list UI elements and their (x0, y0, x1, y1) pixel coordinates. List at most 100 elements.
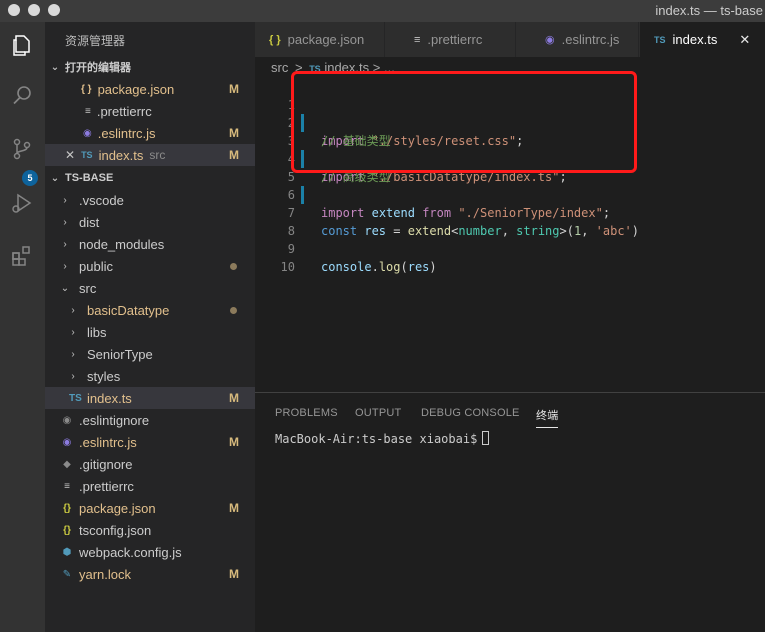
tree-item-label: styles (87, 368, 121, 384)
eslint-file-icon: ◉ (545, 34, 555, 46)
tree-item-label: .gitignore (79, 456, 133, 472)
tree-item[interactable]: › dist (45, 211, 255, 233)
search-icon[interactable] (7, 80, 37, 110)
open-editor-item[interactable]: { } package.json M (45, 78, 255, 100)
typescript-file-icon: TS (309, 64, 321, 74)
tree-item[interactable]: {} tsconfig.json (45, 519, 255, 541)
tree-item-label: public (79, 258, 113, 274)
chevron-right-icon: › (63, 260, 67, 272)
tree-item[interactable]: › basicDatatype (45, 299, 255, 321)
source-control-icon[interactable] (7, 134, 37, 164)
window-title: index.ts — ts-base (655, 3, 763, 18)
typescript-file-icon: TS (654, 34, 666, 45)
open-editor-item-active[interactable]: ✕ TS index.ts src M (45, 144, 255, 166)
modified-badge: M (229, 126, 239, 140)
chevron-right-icon: › (63, 238, 67, 250)
code-line: 5 import extend from "./SeniorType/index… (287, 170, 611, 220)
explorer-icon[interactable] (7, 30, 37, 60)
breadcrumb-more[interactable]: > ... (373, 60, 395, 75)
tree-item-label: .vscode (79, 192, 124, 208)
modified-badge: M (229, 82, 239, 96)
chevron-down-icon: ⌄ (50, 172, 60, 184)
tree-item-label: basicDatatype (87, 302, 170, 318)
tab-problems[interactable]: PROBLEMS (275, 407, 338, 419)
file-icon: ◉ (62, 414, 72, 426)
file-icon: ⬢ (62, 546, 72, 558)
tree-item-label: node_modules (79, 236, 165, 252)
tree-item-label: yarn.lock (79, 566, 132, 582)
terminal-prompt: MacBook-Air:ts-base xiaobai$ (275, 432, 478, 446)
tree-item-label: .prettierrc (79, 478, 134, 494)
tree-item-label: dist (79, 214, 100, 230)
file-icon: ≡ (64, 480, 70, 492)
extensions-icon[interactable] (7, 240, 37, 270)
modified-badge: M (229, 435, 239, 449)
tab-index-ts[interactable]: TS index.ts ✕ (640, 22, 765, 57)
tree-item[interactable]: ⬢ webpack.config.js (45, 541, 255, 563)
tab-terminal[interactable]: 终端 (536, 407, 559, 428)
open-editor-item[interactable]: ◉ .eslintrc.js M (45, 122, 255, 144)
code-editor[interactable]: 1 import "./styles/reset.css"; 2 // 基础类型… (255, 78, 765, 390)
typescript-file-icon: TS (81, 150, 93, 160)
chevron-right-icon: › (71, 304, 75, 316)
close-icon[interactable]: ✕ (739, 32, 750, 48)
modified-dot (230, 262, 237, 270)
file-icon: ◆ (63, 458, 71, 470)
code-line: 1 import "./styles/reset.css"; (287, 98, 524, 148)
tree-item[interactable]: ◆ .gitignore (45, 453, 255, 475)
tree-item[interactable]: › libs (45, 321, 255, 343)
code-line: 6 (287, 188, 295, 202)
file-icon: TS (69, 392, 82, 404)
breadcrumb-separator: > (294, 60, 303, 75)
tree-item[interactable]: ⌄ src (45, 277, 255, 299)
run-debug-icon[interactable] (7, 188, 37, 218)
json-file-icon: { } (269, 33, 281, 46)
tab-debug-console[interactable]: DEBUG CONSOLE (421, 407, 520, 419)
tree-item[interactable]: › styles (45, 365, 255, 387)
file-icon: ◉ (62, 436, 72, 448)
chevron-right-icon: › (71, 326, 75, 338)
modified-dot (230, 306, 237, 314)
close-window-button[interactable] (8, 4, 20, 16)
breadcrumb-folder[interactable]: src (271, 60, 288, 75)
tree-item[interactable]: › SeniorType (45, 343, 255, 365)
close-icon[interactable]: ✕ (65, 148, 75, 162)
tree-item-label: src (79, 280, 97, 296)
open-editor-item[interactable]: ≡ .prettierrc (45, 100, 255, 122)
zoom-window-button[interactable] (48, 4, 60, 16)
tree-item[interactable]: › public (45, 255, 255, 277)
tree-item[interactable]: ✎ yarn.lock M (45, 563, 255, 585)
chevron-down-icon: ⌄ (50, 61, 60, 73)
eslint-file-icon: ◉ (83, 127, 92, 139)
tab-eslintrc[interactable]: ◉ .eslintrc.js (517, 22, 639, 57)
tab-prettierrc[interactable]: ≡ .prettierrc (386, 22, 516, 57)
tree-item[interactable]: ◉ .eslintignore (45, 409, 255, 431)
tree-item[interactable]: {} package.json M (45, 497, 255, 519)
tab-package-json[interactable]: { } package.json (255, 22, 385, 57)
tree-item[interactable]: ≡ .prettierrc (45, 475, 255, 497)
breadcrumb-file[interactable]: index.ts (324, 60, 369, 75)
tab-output[interactable]: OUTPUT (355, 407, 401, 419)
tree-item-label: SeniorType (87, 346, 153, 362)
open-editors-header[interactable]: ⌄ 打开的编辑器 (45, 56, 255, 78)
breadcrumb[interactable]: src > TS index.ts > ... (271, 60, 395, 75)
tree-item[interactable]: › .vscode (45, 189, 255, 211)
file-icon: {} (63, 502, 71, 514)
config-file-icon: ≡ (414, 33, 421, 46)
tree-item-label: tsconfig.json (79, 522, 152, 538)
code-line: 9 console.log(res) (287, 242, 437, 274)
project-header[interactable]: ⌄ TS-BASE (45, 167, 255, 189)
minimize-window-button[interactable] (28, 4, 40, 16)
terminal-cursor (482, 431, 490, 445)
title-bar: index.ts — ts-base (0, 0, 765, 22)
tree-item[interactable]: › node_modules (45, 233, 255, 255)
tree-item-label: .eslintignore (79, 412, 150, 428)
tree-item[interactable]: TS index.ts M (45, 387, 255, 409)
tree-item-label: .eslintrc.js (79, 434, 137, 450)
tree-item[interactable]: ◉ .eslintrc.js M (45, 431, 255, 453)
editor-tab-bar: { } package.json ≡ .prettierrc ◉ .eslint… (255, 22, 765, 57)
bottom-panel: PROBLEMS OUTPUT DEBUG CONSOLE 终端 MacBook… (255, 392, 765, 632)
file-icon: {} (63, 524, 71, 536)
terminal[interactable]: MacBook-Air:ts-base xiaobai$ (275, 431, 490, 446)
modified-badge: M (229, 567, 239, 581)
